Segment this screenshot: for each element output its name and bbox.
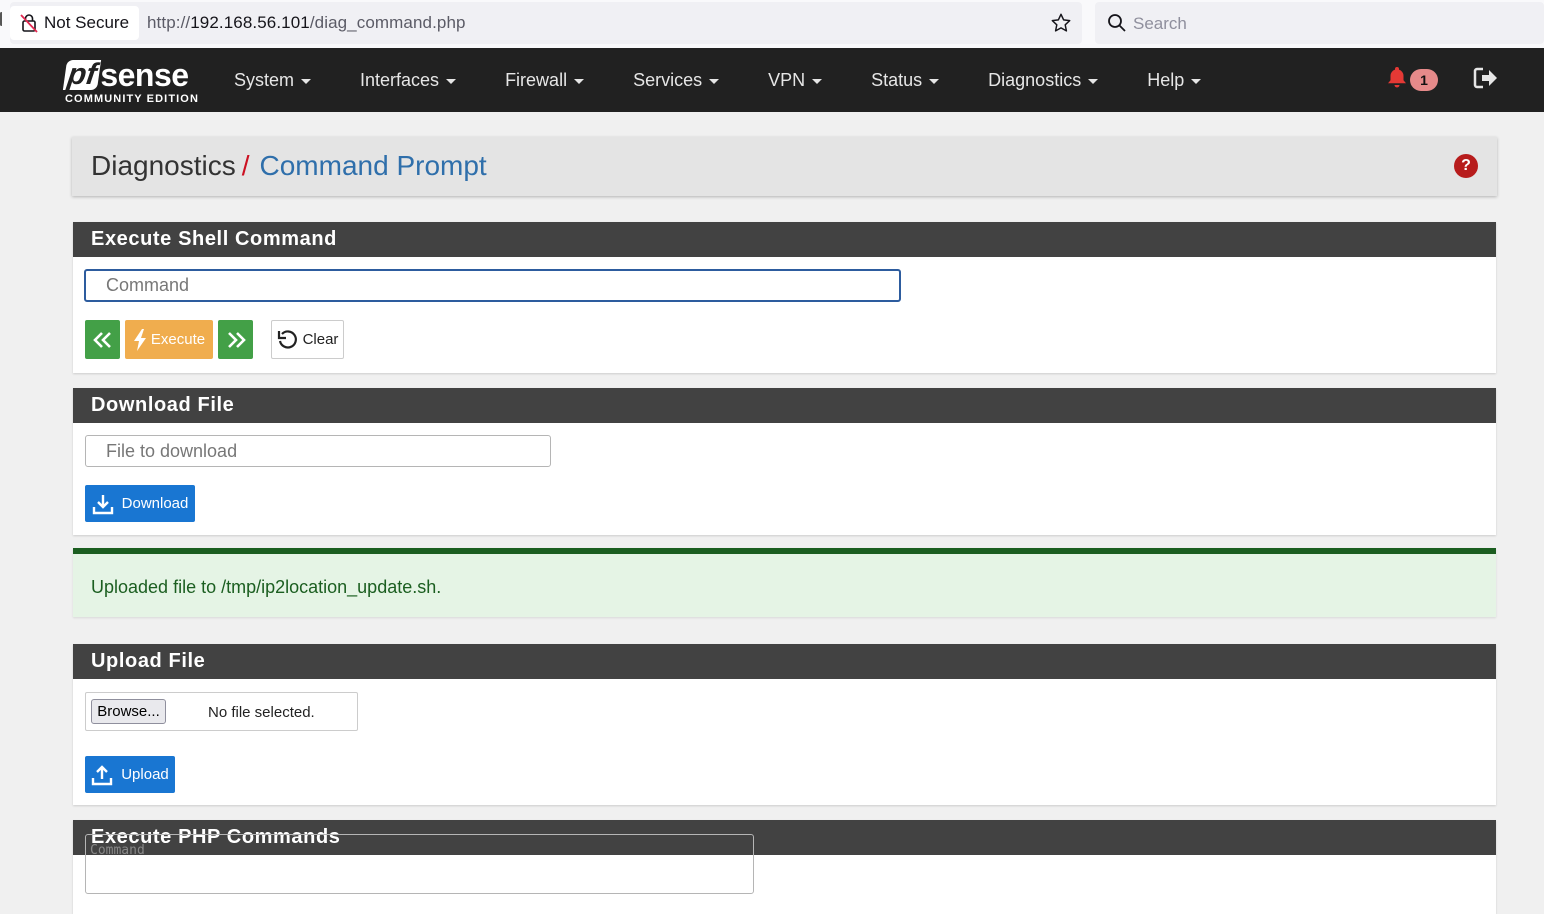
caret-down-icon (301, 78, 312, 84)
execute-label: Execute (150, 331, 206, 348)
upload-button[interactable]: Upload (85, 756, 175, 793)
pfsense-logo[interactable]: pf sense COMMUNITY EDITION (62, 54, 205, 106)
nav-vpn[interactable]: VPN (768, 48, 823, 112)
main-navbar: pf sense COMMUNITY EDITION System Interfa… (0, 48, 1544, 112)
command-placeholder: Command (106, 275, 190, 295)
nav-menu: System Interfaces Firewall Services VPN … (234, 48, 1250, 112)
nav-help[interactable]: Help (1147, 48, 1202, 112)
panel-title: Upload File (73, 644, 1496, 679)
nav-label: System (234, 70, 295, 90)
url-path: /diag_command.php (309, 13, 466, 32)
bolt-icon (133, 328, 146, 351)
upload-file-panel: Upload File Browse... No file selected. … (73, 644, 1496, 805)
success-alert: Uploaded file to /tmp/ip2location_update… (73, 548, 1496, 617)
nav-label: Services (633, 70, 703, 90)
file-picker[interactable]: Browse... No file selected. (85, 692, 358, 731)
file-to-download-input[interactable]: File to download (85, 435, 551, 467)
insecure-lock-icon (20, 14, 38, 33)
nav-firewall[interactable]: Firewall (505, 48, 585, 112)
nav-label: VPN (768, 70, 806, 90)
clear-button[interactable]: Clear (271, 320, 344, 359)
caret-down-icon (1088, 78, 1099, 84)
security-indicator[interactable]: Not Secure (10, 6, 139, 40)
nav-status[interactable]: Status (871, 48, 940, 112)
command-input[interactable]: Command (84, 269, 901, 302)
logo-edition: COMMUNITY EDITION (65, 93, 199, 105)
caret-down-icon (1191, 78, 1202, 84)
address-bar[interactable]: Not Secure http://192.168.56.101/diag_co… (10, 2, 1082, 44)
nav-label: Interfaces (360, 70, 440, 90)
clear-label: Clear (302, 331, 339, 348)
search-icon (1108, 14, 1126, 32)
no-file-text: No file selected. (208, 704, 315, 721)
search-placeholder: Search (1133, 14, 1187, 33)
nav-interfaces[interactable]: Interfaces (360, 48, 457, 112)
nav-label: Diagnostics (988, 70, 1082, 90)
undo-icon (277, 329, 297, 349)
notification-badge[interactable]: 1 (1410, 69, 1438, 91)
double-chevron-right-icon (227, 331, 246, 348)
execute-button[interactable]: Execute (125, 320, 213, 359)
url-scheme: http:// (147, 13, 191, 32)
page-header: Diagnostics / Command Prompt ? (72, 137, 1497, 196)
nav-diagnostics[interactable]: Diagnostics (988, 48, 1099, 112)
download-placeholder: File to download (106, 440, 238, 461)
php-command-textarea[interactable]: Command (85, 834, 754, 894)
upload-label: Upload (121, 766, 169, 783)
logo-wordmark: pf sense (62, 56, 189, 93)
caret-down-icon (929, 78, 940, 84)
bookmark-star-icon[interactable] (1050, 12, 1072, 34)
breadcrumb-separator: / (241, 150, 250, 181)
browser-search-box[interactable]: Search (1095, 2, 1544, 44)
url-host: 192.168.56.101 (190, 13, 310, 32)
breadcrumb-parent[interactable]: Diagnostics (91, 150, 236, 181)
nav-label: Firewall (505, 70, 568, 90)
window-edge (0, 12, 3, 26)
caret-down-icon (709, 78, 720, 84)
logo-sense: sense (100, 57, 189, 93)
breadcrumb-current[interactable]: Command Prompt (260, 150, 487, 181)
logout-icon[interactable] (1473, 66, 1499, 90)
double-chevron-left-icon (92, 331, 111, 348)
next-command-button[interactable] (218, 320, 253, 359)
download-label: Download (121, 495, 189, 512)
nav-label: Status (871, 70, 923, 90)
logo-pf: pf (62, 58, 102, 91)
shell-command-panel: Execute Shell Command Command Execute Cl… (73, 222, 1496, 373)
caret-down-icon (812, 78, 823, 84)
caret-down-icon (446, 78, 457, 84)
panel-title: Download File (73, 388, 1496, 423)
browser-toolbar: Not Secure http://192.168.56.101/diag_co… (0, 0, 1544, 48)
panel-title: Execute Shell Command (73, 222, 1496, 257)
nav-services[interactable]: Services (633, 48, 720, 112)
alert-message: Uploaded file to /tmp/ip2location_update… (91, 577, 442, 597)
nav-label: Help (1147, 70, 1185, 90)
download-icon (92, 494, 113, 514)
help-icon[interactable]: ? (1454, 154, 1478, 178)
download-button[interactable]: Download (85, 485, 195, 522)
browse-button[interactable]: Browse... (91, 699, 166, 724)
php-commands-panel: Execute PHP Commands Command (73, 820, 1496, 914)
php-placeholder: Command (90, 843, 145, 858)
nav-system[interactable]: System (234, 48, 312, 112)
url-text[interactable]: http://192.168.56.101/diag_command.php (147, 13, 466, 33)
security-label: Not Secure (44, 13, 130, 32)
upload-icon (92, 764, 113, 785)
breadcrumb: Diagnostics / Command Prompt (91, 150, 487, 182)
caret-down-icon (574, 78, 585, 84)
download-file-panel: Download File File to download Download (73, 388, 1496, 535)
previous-command-button[interactable] (85, 320, 120, 359)
bell-icon[interactable] (1387, 66, 1407, 88)
